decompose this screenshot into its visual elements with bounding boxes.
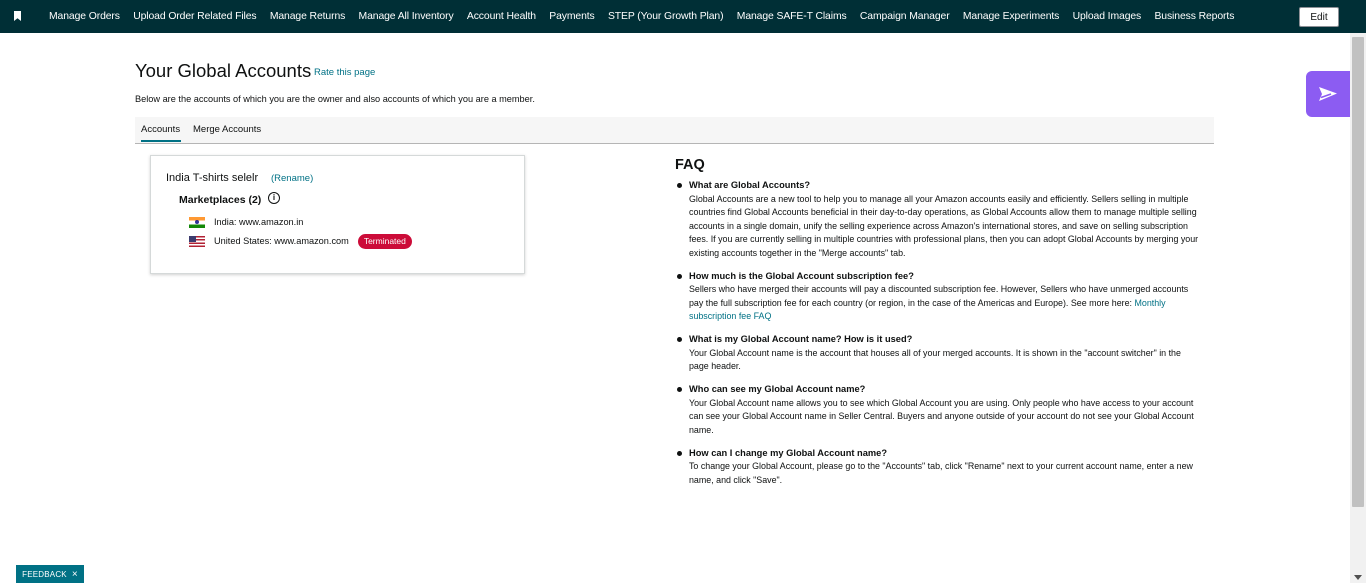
faq-question: How can I change my Global Account name? bbox=[689, 447, 888, 458]
nav-manage-orders[interactable]: Manage Orders bbox=[49, 11, 120, 22]
close-icon[interactable]: × bbox=[72, 569, 78, 580]
send-arrow-icon bbox=[1319, 87, 1337, 101]
bullet-icon bbox=[677, 337, 682, 342]
nav-manage-inventory[interactable]: Manage All Inventory bbox=[359, 11, 454, 22]
faq-item: How can I change my Global Account name?… bbox=[677, 447, 1202, 488]
nav-safe-t-claims[interactable]: Manage SAFE-T Claims bbox=[737, 11, 847, 22]
bullet-icon bbox=[677, 450, 682, 456]
india-flag-icon bbox=[189, 216, 205, 228]
faq-item: What is my Global Account name? How is i… bbox=[677, 333, 1202, 374]
rename-link[interactable]: (Rename) bbox=[271, 173, 313, 184]
nav-step[interactable]: STEP (Your Growth Plan) bbox=[608, 11, 724, 22]
faq-item: How much is the Global Account subscript… bbox=[677, 270, 1202, 324]
page-title: Your Global Accounts bbox=[135, 60, 312, 81]
page-subtitle: Below are the accounts of which you are … bbox=[135, 94, 535, 104]
bullet-icon bbox=[677, 273, 682, 279]
tab-accounts[interactable]: Accounts bbox=[141, 124, 180, 135]
nav-account-health[interactable]: Account Health bbox=[467, 11, 536, 22]
account-name: India T-shirts selelr bbox=[166, 172, 259, 184]
us-flag-icon bbox=[189, 235, 205, 247]
account-card: India T-shirts selelr (Rename) Marketpla… bbox=[150, 155, 525, 274]
tab-bar: Accounts Merge Accounts bbox=[135, 117, 1214, 144]
faq-list: What are Global Accounts? Global Account… bbox=[677, 179, 1202, 497]
nav-manage-experiments[interactable]: Manage Experiments bbox=[963, 11, 1059, 22]
info-icon[interactable]: i bbox=[268, 192, 280, 204]
nav-campaign-manager[interactable]: Campaign Manager bbox=[860, 11, 950, 22]
faq-question: How much is the Global Account subscript… bbox=[689, 270, 914, 281]
terminated-badge: Terminated bbox=[357, 233, 412, 249]
nav-manage-returns[interactable]: Manage Returns bbox=[270, 11, 346, 22]
faq-answer: Your Global Account name allows you to s… bbox=[689, 397, 1194, 435]
nav-links: Manage Orders Upload Order Related Files… bbox=[49, 0, 1248, 33]
faq-question: Who can see my Global Account name? bbox=[689, 384, 866, 394]
rate-page-link[interactable]: Rate this page bbox=[314, 67, 375, 78]
faq-answer: Sellers who have merged their accounts w… bbox=[689, 283, 1202, 324]
scrollbar-thumb[interactable] bbox=[1352, 37, 1364, 507]
faq-answer: Global Accounts are a new tool to help y… bbox=[689, 193, 1199, 258]
faq-answer: To change your Global Account, please go… bbox=[689, 461, 1193, 485]
bullet-icon bbox=[677, 387, 682, 392]
faq-item: What are Global Accounts? Global Account… bbox=[677, 179, 1202, 260]
bullet-icon bbox=[677, 183, 682, 188]
edit-nav-button[interactable]: Edit bbox=[1299, 7, 1339, 27]
faq-question: What are Global Accounts? bbox=[689, 180, 811, 190]
marketplaces-title: Marketplaces (2) bbox=[179, 194, 262, 206]
assistant-float-button[interactable] bbox=[1306, 71, 1350, 117]
top-nav-bar: Manage Orders Upload Order Related Files… bbox=[0, 0, 1366, 33]
marketplace-row: United States: www.amazon.com Terminated bbox=[189, 233, 412, 249]
faq-answer-text: Sellers who have merged their accounts w… bbox=[689, 284, 1189, 308]
faq-question: What is my Global Account name? How is i… bbox=[689, 334, 913, 344]
faq-item: Who can see my Global Account name? Your… bbox=[677, 383, 1202, 437]
nav-payments[interactable]: Payments bbox=[549, 11, 595, 22]
faq-answer: Your Global Account name is the account … bbox=[689, 347, 1181, 372]
marketplace-row: India: www.amazon.in bbox=[189, 215, 303, 229]
nav-upload-images[interactable]: Upload Images bbox=[1073, 11, 1142, 22]
nav-business-reports[interactable]: Business Reports bbox=[1154, 11, 1234, 22]
feedback-label: FEEDBACK bbox=[22, 569, 67, 579]
feedback-button[interactable]: FEEDBACK × bbox=[16, 565, 84, 583]
scroll-down-arrow-icon[interactable] bbox=[1354, 575, 1362, 580]
nav-upload-order-files[interactable]: Upload Order Related Files bbox=[133, 11, 256, 22]
marketplace-label: India: www.amazon.in bbox=[214, 217, 304, 227]
faq-title: FAQ bbox=[675, 157, 705, 173]
marketplace-label: United States: www.amazon.com bbox=[214, 236, 349, 246]
bookmark-icon[interactable] bbox=[14, 11, 21, 21]
active-tab-indicator bbox=[141, 140, 181, 142]
page-scrollbar[interactable] bbox=[1350, 33, 1366, 583]
tab-merge-accounts[interactable]: Merge Accounts bbox=[193, 124, 261, 135]
